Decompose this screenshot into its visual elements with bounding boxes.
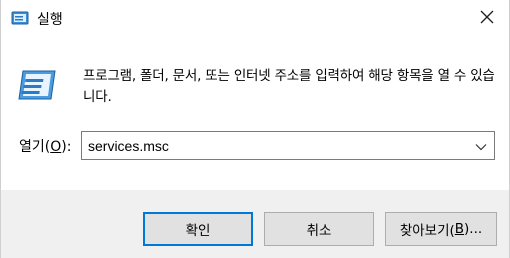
close-icon	[480, 9, 494, 28]
run-program-icon	[17, 68, 57, 102]
button-bar: 확인 취소 찾아보기(B)...	[1, 190, 509, 258]
dropdown-button[interactable]	[468, 132, 494, 159]
open-input[interactable]: services.msc	[82, 138, 468, 154]
open-label: 열기(O):	[19, 139, 72, 155]
open-combobox[interactable]: services.msc	[81, 131, 495, 160]
ok-button[interactable]: 확인	[143, 212, 253, 246]
window-title: 실행	[37, 12, 63, 28]
chevron-down-icon	[475, 136, 487, 155]
description-text: 프로그램, 폴더, 문서, 또는 인터넷 주소를 입력하여 해당 항목을 열 수…	[83, 68, 495, 105]
cancel-button[interactable]: 취소	[264, 212, 374, 246]
close-button[interactable]	[465, 0, 509, 36]
title-bar[interactable]: 실행	[1, 0, 509, 38]
run-dialog: 실행 프로그램, 폴더, 문서, 또는 인터넷 주소를 입력하여 해당 항목을 …	[0, 0, 510, 258]
run-icon	[11, 10, 29, 26]
browse-button[interactable]: 찾아보기(B)...	[385, 212, 497, 246]
